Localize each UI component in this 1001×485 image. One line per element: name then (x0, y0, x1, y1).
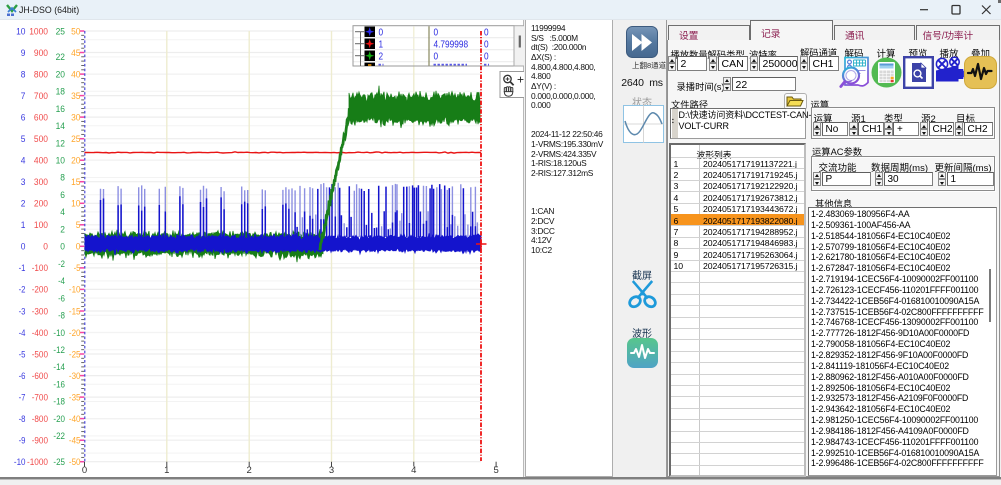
svg-text:0: 0 (76, 242, 81, 253)
svg-text:2: 2 (60, 224, 65, 235)
svg-text:-4: -4 (58, 276, 65, 287)
svg-text:4.799998: 4.799998 (434, 39, 469, 50)
svg-text:-25: -25 (69, 349, 81, 360)
svg-text:-16: -16 (53, 380, 65, 391)
svg-text:35: 35 (71, 91, 80, 102)
svg-text:16: 16 (56, 104, 65, 115)
svg-text:0: 0 (21, 242, 26, 253)
svg-text:-12: -12 (53, 345, 65, 356)
svg-text:-30: -30 (69, 371, 81, 382)
svg-text:10: 10 (56, 156, 65, 167)
svg-text:-600: -600 (32, 371, 48, 382)
svg-text:-2: -2 (19, 285, 26, 296)
svg-text:-10: -10 (53, 328, 65, 339)
svg-text:-14: -14 (53, 362, 65, 373)
svg-text:-300: -300 (32, 306, 48, 317)
svg-text:25: 25 (71, 134, 80, 145)
svg-text:-22: -22 (53, 431, 65, 442)
svg-text:300: 300 (34, 177, 48, 188)
svg-text:-800: -800 (32, 414, 48, 425)
svg-text:2: 2 (21, 199, 26, 210)
svg-text:-1: -1 (19, 263, 26, 274)
svg-text:2: 2 (379, 51, 384, 62)
svg-text:-20: -20 (69, 328, 81, 339)
svg-text:0: 0 (60, 242, 65, 253)
svg-text:-8: -8 (19, 414, 26, 425)
svg-text:20: 20 (56, 69, 65, 80)
svg-text:200: 200 (34, 199, 48, 210)
svg-text:-200: -200 (32, 285, 48, 296)
svg-text:7: 7 (21, 91, 26, 102)
svg-text:-6: -6 (58, 293, 65, 304)
svg-text:8: 8 (60, 173, 65, 184)
svg-text:40: 40 (71, 69, 80, 80)
svg-text:-4: -4 (19, 328, 26, 339)
svg-text:20: 20 (71, 156, 80, 167)
svg-text:-25: -25 (53, 457, 65, 468)
svg-text:6: 6 (60, 190, 65, 201)
svg-text:22: 22 (56, 52, 65, 63)
svg-text:-40: -40 (69, 414, 81, 425)
svg-text:-500: -500 (32, 349, 48, 360)
svg-text:18: 18 (56, 87, 65, 98)
svg-text:-10: -10 (14, 457, 26, 468)
svg-text:12: 12 (56, 138, 65, 149)
svg-text:0: 0 (484, 51, 489, 62)
svg-text:400: 400 (34, 156, 48, 167)
svg-text:900: 900 (34, 48, 48, 59)
svg-text:14: 14 (56, 121, 66, 132)
svg-text:600: 600 (34, 112, 48, 123)
svg-text:30: 30 (71, 112, 80, 123)
svg-text:-10: -10 (69, 285, 81, 296)
svg-text:5: 5 (76, 220, 81, 231)
svg-text:15: 15 (71, 177, 80, 188)
svg-text:-3: -3 (19, 306, 26, 317)
svg-text:0: 0 (434, 51, 439, 62)
svg-text:-5: -5 (19, 349, 26, 360)
svg-text:-9: -9 (19, 436, 26, 447)
svg-text:-15: -15 (69, 306, 81, 317)
svg-text:-400: -400 (32, 328, 48, 339)
svg-text:1: 1 (379, 39, 384, 50)
svg-text:-100: -100 (32, 263, 48, 274)
svg-text:45: 45 (71, 48, 80, 59)
svg-text:10: 10 (71, 199, 80, 210)
svg-text:100: 100 (34, 220, 48, 231)
svg-text:6: 6 (21, 112, 26, 123)
svg-text:800: 800 (34, 69, 48, 80)
svg-text:8: 8 (21, 69, 26, 80)
svg-text:-35: -35 (69, 392, 81, 403)
svg-text:+: + (517, 73, 524, 87)
svg-text:-8: -8 (58, 311, 65, 322)
svg-text:-5: -5 (74, 263, 81, 274)
svg-text:-700: -700 (32, 392, 48, 403)
svg-text:3: 3 (329, 465, 334, 476)
svg-text:4: 4 (411, 465, 416, 476)
svg-text:-7: -7 (19, 392, 26, 403)
svg-text:0: 0 (43, 242, 48, 253)
svg-text:0: 0 (82, 465, 87, 476)
svg-text:-50: -50 (69, 457, 81, 468)
svg-text:0: 0 (484, 39, 489, 50)
svg-text:700: 700 (34, 91, 48, 102)
svg-text:-45: -45 (69, 436, 81, 447)
svg-text:1: 1 (21, 220, 26, 231)
svg-text:4: 4 (21, 156, 26, 167)
svg-text:1: 1 (164, 465, 169, 476)
svg-text:9: 9 (21, 48, 26, 59)
svg-text:-20: -20 (53, 414, 65, 425)
svg-text:-2: -2 (58, 259, 65, 270)
svg-text:5: 5 (493, 465, 498, 476)
svg-text:-1000: -1000 (27, 457, 48, 468)
svg-text:-6: -6 (19, 371, 26, 382)
svg-text:-18: -18 (53, 397, 65, 408)
svg-text:5: 5 (21, 134, 26, 145)
svg-text:4: 4 (60, 207, 65, 218)
svg-text:2: 2 (247, 465, 252, 476)
svg-text:500: 500 (34, 134, 48, 145)
svg-text:-900: -900 (32, 436, 48, 447)
svg-text:3: 3 (21, 177, 26, 188)
